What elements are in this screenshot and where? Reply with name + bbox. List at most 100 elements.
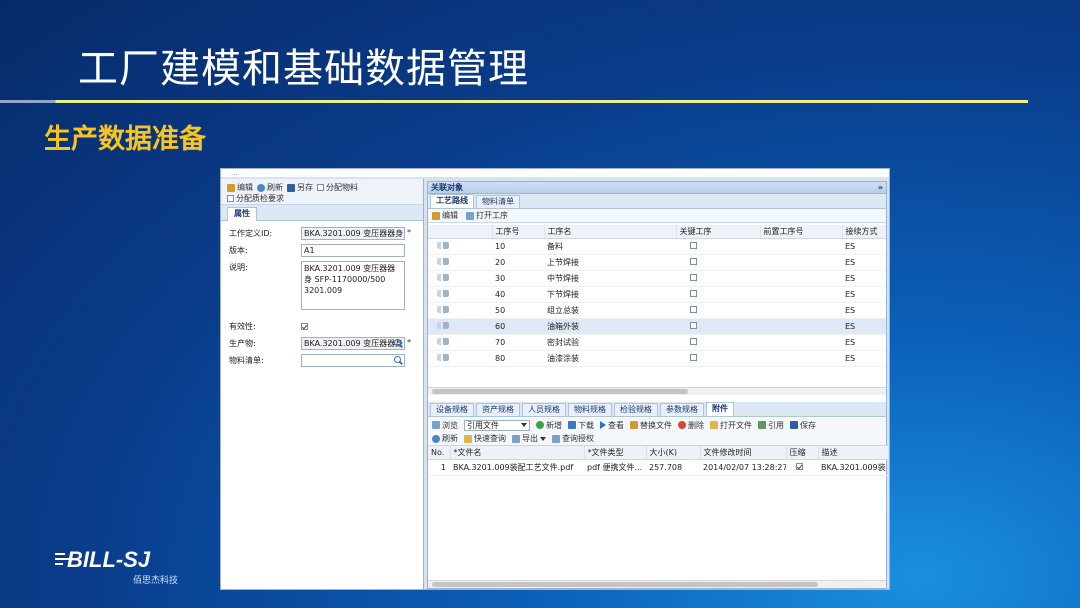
col-header[interactable]: 工序号 [492, 225, 545, 239]
col-header[interactable]: 工序名 [544, 225, 677, 239]
left-panel: 编辑 刷新 另存 分配物料 分配质检要求 属性 工作定义ID: BKA.3201… [221, 179, 424, 589]
key-op-checkbox[interactable] [690, 337, 697, 345]
op-type-cell: ES [842, 254, 886, 271]
key-op-checkbox[interactable] [690, 321, 697, 329]
folder-icon [710, 421, 718, 429]
table-row[interactable]: 70 密封试验 ES [428, 334, 886, 351]
compressed-checkbox[interactable] [796, 462, 803, 470]
tab-parameter-spec[interactable]: 参数规格 [660, 403, 704, 416]
table-row[interactable]: 50 组立总装 ES [428, 302, 886, 319]
refresh-icon [432, 434, 440, 443]
quick-query-button[interactable]: 快速查询 [464, 433, 506, 444]
version-field[interactable]: A1 [301, 244, 405, 257]
checkbox-icon [227, 195, 234, 202]
scroll-thumb[interactable] [432, 389, 688, 394]
op-type-cell: ES [842, 286, 886, 303]
key-op-checkbox[interactable] [690, 305, 697, 313]
col-header[interactable]: No. [428, 446, 451, 460]
save-button[interactable]: 保存 [790, 420, 816, 431]
refresh-files-button[interactable]: 刷新 [432, 433, 458, 444]
properties-form: 工作定义ID: BKA.3201.009 变压器器身 * 版本: A1 说明: … [221, 221, 423, 377]
bom-field[interactable] [301, 354, 405, 367]
col-header[interactable]: *文件名 [450, 446, 585, 460]
valid-checkbox[interactable] [301, 323, 308, 330]
key-op-checkbox[interactable] [690, 353, 697, 361]
file-no-cell: 1 [428, 459, 450, 476]
op-no-cell: 40 [492, 286, 544, 303]
assign-material-button[interactable]: 分配物料 [317, 182, 358, 193]
tab-attachments[interactable]: 附件 [706, 402, 734, 416]
search-icon[interactable] [393, 339, 403, 349]
files-scroll-thumb[interactable] [432, 582, 818, 587]
open-op-button[interactable]: 打开工序 [466, 210, 508, 221]
refresh-button[interactable]: 刷新 [257, 182, 283, 193]
attachments-area: 浏览 引用文件 新增 下载 查看 替换文件 删除 打开文件 引用 保存 刷新 快… [428, 418, 889, 589]
tab-bom[interactable]: 物料清单 [476, 195, 520, 208]
tab-properties[interactable]: 属性 [227, 207, 257, 221]
search-icon[interactable] [393, 356, 403, 366]
desc-label: 说明: [229, 263, 248, 272]
def-id-field[interactable]: BKA.3201.009 变压器器身 [301, 227, 405, 240]
op-prev-cell [760, 350, 842, 367]
open-file-button[interactable]: 打开文件 [710, 420, 752, 431]
tab-personnel-spec[interactable]: 人员规格 [522, 403, 566, 416]
horizontal-scrollbar[interactable] [428, 387, 886, 395]
col-header[interactable]: 前置工序号 [760, 225, 843, 239]
query-auth-button[interactable]: 查询授权 [552, 433, 594, 444]
col-header[interactable]: 描述 [818, 446, 889, 460]
files-horizontal-scrollbar[interactable] [428, 580, 886, 588]
tab-equipment-spec[interactable]: 设备规格 [430, 403, 474, 416]
tab-asset-spec[interactable]: 资产规格 [476, 403, 520, 416]
op-no-cell: 30 [492, 270, 544, 287]
refresh-label: 刷新 [267, 183, 283, 192]
chevron-down-icon [521, 423, 527, 427]
desc-field[interactable]: BKA.3201.009 变压器器身 SFP-1170000/500 3201.… [301, 261, 405, 310]
export-button[interactable]: 导出 [512, 433, 546, 444]
table-row[interactable]: 20 上节焊接 ES [428, 254, 886, 271]
key-op-checkbox[interactable] [690, 257, 697, 265]
delete-button[interactable]: 删除 [678, 420, 704, 431]
tab-inspection-spec[interactable]: 检验规格 [614, 403, 658, 416]
routing-edit-button[interactable]: 编辑 [432, 210, 458, 221]
form-row-valid: 有效性: [229, 320, 415, 333]
save-as-button[interactable]: 另存 [287, 182, 313, 193]
form-row-version: 版本: A1 [229, 244, 415, 257]
table-row[interactable]: 10 备料 ES [428, 238, 886, 255]
table-row[interactable]: 60 油箱外装 ES [428, 318, 886, 335]
bom-label: 物料清单: [229, 356, 264, 365]
key-op-checkbox[interactable] [690, 273, 697, 281]
key-op-checkbox[interactable] [690, 289, 697, 297]
open-op-label: 打开工序 [476, 211, 508, 220]
table-row[interactable]: 40 下节焊接 ES [428, 286, 886, 303]
view-button[interactable]: 查看 [600, 420, 624, 431]
collapse-icon[interactable]: » [878, 182, 883, 194]
replace-file-button[interactable]: 替换文件 [630, 420, 672, 431]
reference-button[interactable]: 引用 [758, 420, 784, 431]
tab-material-spec[interactable]: 物料规格 [568, 403, 612, 416]
op-key-cell [676, 350, 760, 367]
col-header[interactable]: 文件修改时间 [700, 446, 787, 460]
new-button[interactable]: 新增 [536, 420, 562, 431]
table-row[interactable]: 80 油漆涂装 ES [428, 350, 886, 367]
col-header[interactable]: 关键工序 [676, 225, 761, 239]
table-row[interactable]: 1 BKA.3201.009装配工艺文件.pdf pdf 便携文件... 257.70… [428, 459, 888, 476]
col-header[interactable]: *文件类型 [584, 446, 647, 460]
edit-button[interactable]: 编辑 [227, 182, 253, 193]
col-header[interactable]: 压缩 [786, 446, 819, 460]
col-header[interactable]: 大小(K) [646, 446, 701, 460]
col-header [428, 225, 493, 239]
assign-quality-button[interactable]: 分配质检要求 [227, 193, 284, 204]
version-label: 版本: [229, 246, 248, 255]
file-source-select[interactable]: 引用文件 [464, 419, 530, 431]
tab-routing[interactable]: 工艺路线 [430, 194, 474, 208]
browse-button[interactable]: 浏览 [432, 420, 458, 431]
file-size-cell: 257.708 [646, 459, 700, 476]
key-op-checkbox[interactable] [690, 241, 697, 249]
download-button[interactable]: 下载 [568, 420, 594, 431]
refresh-files-label: 刷新 [442, 434, 458, 443]
table-row[interactable]: 30 中节焊接 ES [428, 270, 886, 287]
col-header[interactable]: 接续方式 [842, 225, 886, 239]
product-field[interactable]: BKA.3201.009 变压器器身 [301, 337, 405, 350]
op-name-cell: 下节焊接 [544, 286, 676, 303]
save-icon [287, 183, 295, 192]
